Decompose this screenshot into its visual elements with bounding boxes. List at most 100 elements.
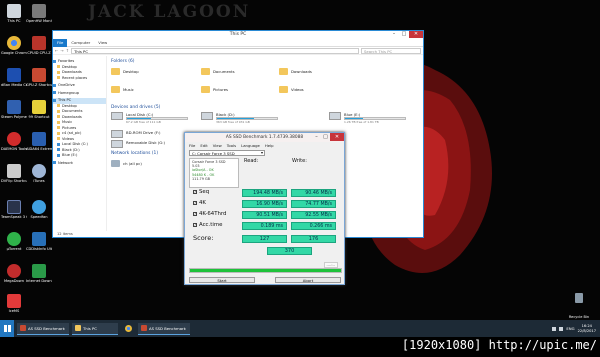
drive-g[interactable]: Removable Disk (G:) <box>111 140 188 148</box>
menu-help[interactable]: Help <box>265 143 274 148</box>
desktop-icon-cpuz[interactable]: CPUID CPU-Z <box>26 36 52 55</box>
ribbon-tab-view[interactable]: View <box>94 40 111 45</box>
desktop-icon-media-center[interactable]: dBan Media Center 18 <box>1 68 27 87</box>
ribbon-tab-file[interactable]: File <box>53 38 68 47</box>
desktop-icon-aida64[interactable]: AIDA64 Extreme <box>26 132 52 151</box>
desktop-icon-icems[interactable]: IceMS <box>1 294 27 313</box>
seq-write: 90.46 MB/s <box>291 189 336 197</box>
network-location[interactable]: ch (all pc) <box>111 160 142 167</box>
desktop-icon-recycle-bin[interactable]: Recycle Bin <box>568 293 590 322</box>
drive-select[interactable]: C: Corsair Force 3 SSD <box>189 150 265 156</box>
clock[interactable]: 16:24 22/8/2017 <box>578 324 596 333</box>
menu-language[interactable]: Language <box>241 143 260 148</box>
desktop-icon-this-pc[interactable]: This PC <box>1 4 27 23</box>
address-bar[interactable]: This PC <box>71 47 359 54</box>
drive-icon <box>57 142 60 146</box>
checkbox[interactable]: ✓ <box>193 223 197 227</box>
forward-arrow-icon[interactable]: → <box>60 48 63 53</box>
desktop-icon-daemon-tools[interactable]: DAEMON Tools Lite <box>1 132 27 151</box>
explorer-titlebar[interactable]: This PC – □ ✕ <box>53 31 423 39</box>
menu-tools[interactable]: Tools <box>227 143 236 148</box>
nav-item-network[interactable]: Network <box>53 161 106 167</box>
network-icon[interactable] <box>552 326 557 331</box>
seq-read: 194.48 MB/s <box>242 189 287 197</box>
checkbox[interactable]: ✓ <box>193 212 197 216</box>
row-label: 4K <box>199 200 206 206</box>
score-label: Score: <box>193 234 214 242</box>
close-button[interactable]: ✕ <box>330 133 344 141</box>
drive-c[interactable]: Local Disk (C:) 67.2 GB free of 111 GB <box>111 112 188 124</box>
desktop-icon-utorrent[interactable]: µTorrent <box>1 232 27 251</box>
desktop-icon-cddiskinfo[interactable]: CDDiskInfo Ultimate <box>26 232 52 251</box>
maximize-button[interactable]: □ <box>399 31 409 38</box>
desktop-icon-dvflip[interactable]: DVFlip Shortcut <box>1 164 27 183</box>
network-header[interactable]: Network locations (1) <box>111 151 158 156</box>
folder-documents[interactable]: Documents <box>201 68 235 75</box>
desktop-icon-openhw[interactable]: OpenHW Monitor <box>26 4 52 23</box>
folder-desktop[interactable]: Desktop <box>111 68 139 75</box>
maximize-button[interactable]: □ <box>321 133 330 141</box>
desktop-icon-megadown[interactable]: MegaDown <box>1 264 27 283</box>
row-seq[interactable]: ✓ Seq <box>193 189 209 195</box>
as-ssd-menu: File Edit View Tools Language Help <box>185 142 344 149</box>
close-button[interactable]: ✕ <box>409 31 423 38</box>
folder-downloads[interactable]: Downloads <box>279 68 312 75</box>
nav-item-onedrive[interactable]: OneDrive <box>53 83 106 89</box>
folder-pictures[interactable]: Pictures <box>201 86 228 93</box>
folder-icon <box>75 325 81 331</box>
megadown-icon <box>7 264 21 278</box>
devices-header[interactable]: Devices and drives (5) <box>111 105 160 110</box>
desktop-icon-internet-download[interactable]: Internet Downlo... <box>26 264 52 283</box>
nav-item-recent-places[interactable]: Recent places <box>53 76 106 82</box>
back-arrow-icon[interactable]: ← <box>55 48 58 53</box>
search-input[interactable]: Search This PC <box>361 47 421 54</box>
checkbox[interactable]: ✓ <box>193 190 197 194</box>
desktop-icon-steam[interactable]: Steam Polymer <box>1 100 27 119</box>
abort-button[interactable]: Abort <box>275 277 341 283</box>
ribbon-tab-computer[interactable]: Computer <box>67 40 94 45</box>
row-label: 4K-64Thrd <box>199 211 227 217</box>
start-button[interactable] <box>0 320 14 337</box>
taskbar-chrome[interactable] <box>121 323 135 335</box>
taskbar-item-as-ssd[interactable]: AS SSD Benchmark <box>17 322 69 335</box>
language-indicator[interactable]: ENG <box>566 326 574 331</box>
homegroup-icon <box>53 91 56 94</box>
menu-file[interactable]: File <box>189 143 195 148</box>
row-4k-64thrd[interactable]: ✓ 4K-64Thrd <box>193 211 226 217</box>
taskbar-item-as-ssd-2[interactable]: AS SSD Benchmark <box>138 322 190 335</box>
minimize-button[interactable]: – <box>312 133 321 141</box>
dvflip-icon <box>7 164 21 178</box>
nav-item-homegroup[interactable]: Homegroup <box>53 91 106 97</box>
nav-item-drive-e[interactable]: Blue (E:) <box>53 153 106 159</box>
itunes-icon <box>32 164 46 178</box>
drive-name: BD-ROM Drive (F:) <box>126 130 161 135</box>
minimize-button[interactable]: – <box>389 31 399 38</box>
drive-f[interactable]: BD-ROM Drive (F:) <box>111 130 188 138</box>
menu-edit[interactable]: Edit <box>200 143 207 148</box>
folder-music[interactable]: Music <box>111 86 134 93</box>
start-button[interactable]: Start <box>189 277 255 283</box>
drive-d[interactable]: Black (D:) 363 GB free of 931 GB <box>201 112 278 124</box>
up-arrow-icon[interactable]: ↑ <box>66 48 69 53</box>
volume-icon[interactable] <box>559 326 564 331</box>
desktop-icon-chrome[interactable]: Google Chrome <box>1 36 27 55</box>
desktop-icon-gpuz[interactable]: GPU-Z Shortcut <box>26 68 52 87</box>
clock-date: 22/8/2017 <box>577 328 596 333</box>
score-read: 127 <box>242 235 287 243</box>
checkbox[interactable]: ✓ <box>193 201 197 205</box>
taskbar-item-this-pc[interactable]: This PC <box>72 322 118 335</box>
folders-header[interactable]: Folders (6) <box>111 59 134 64</box>
optical-drive-icon <box>111 130 123 138</box>
menu-view[interactable]: View <box>213 143 222 148</box>
desktop-icon-teamspeak[interactable]: TeamSpeak 3 Client <box>1 200 27 219</box>
folder-videos[interactable]: Videos <box>279 86 304 93</box>
as-ssd-titlebar[interactable]: AS SSD Benchmark 1.7.4739.38088 – □ ✕ <box>185 133 344 142</box>
desktop-icon-itunes[interactable]: iTunes <box>26 164 52 183</box>
desktop-icon-99[interactable]: 99 Shortcut <box>26 100 52 119</box>
cddiskinfo-icon <box>32 232 46 246</box>
row-4k[interactable]: ✓ 4K <box>193 200 206 206</box>
row-acc-time[interactable]: ✓ Acc.time <box>193 222 222 228</box>
desktop-icon-speedfan[interactable]: Speedfan <box>26 200 52 219</box>
drive-e[interactable]: Blue (E:) 1.26 TB free of 1.81 TB <box>329 112 406 124</box>
nav-item-label: Downloads <box>62 70 82 74</box>
